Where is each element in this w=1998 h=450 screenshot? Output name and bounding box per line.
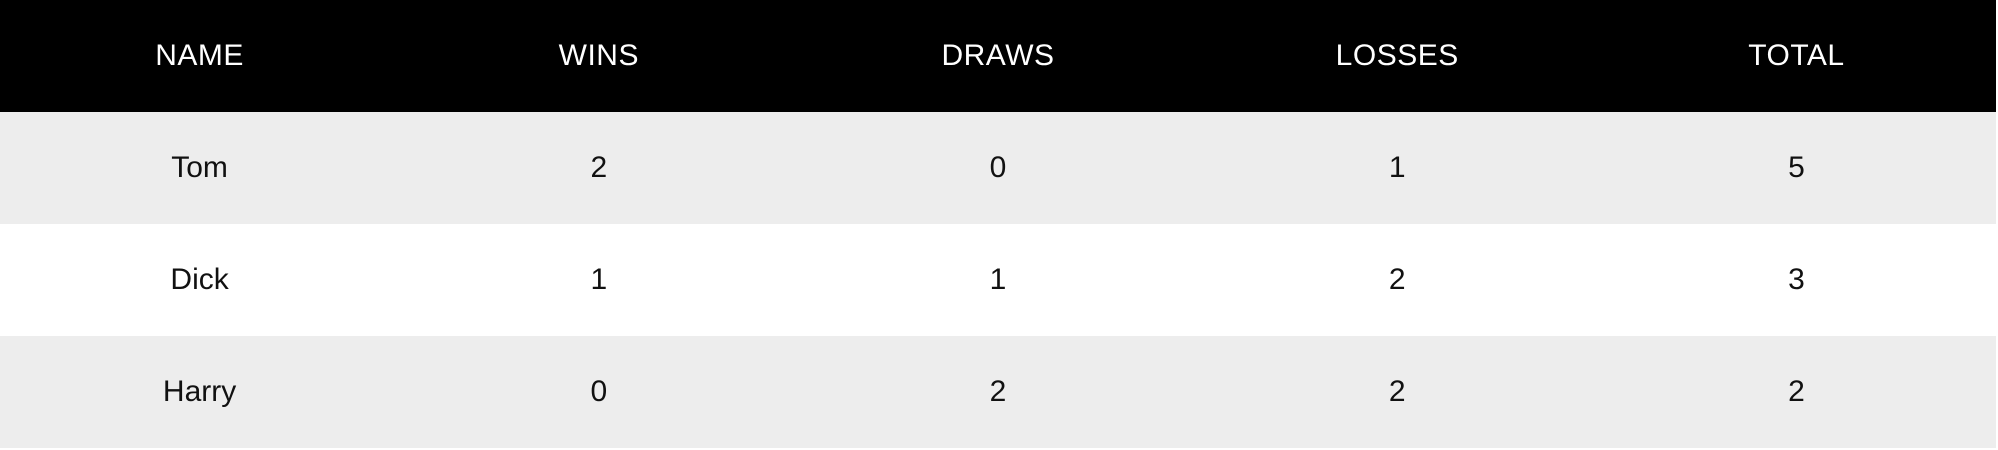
cell-losses: 2 — [1388, 375, 1406, 408]
table-row: Dick 1 1 2 3 — [0, 224, 1996, 336]
standings-table: NAME WINS DRAWS LOSSES TOTAL Tom 2 0 1 5… — [0, 0, 1996, 450]
cell-name: Harry — [162, 375, 237, 408]
cell-name: Tom — [171, 151, 228, 184]
cell-name: Dick — [170, 263, 229, 296]
cell-total: 5 — [1788, 151, 1805, 184]
cell-draws: 0 — [989, 151, 1007, 184]
table-row: Tom 2 0 1 5 — [0, 112, 1996, 224]
cell-total: 3 — [1788, 263, 1805, 296]
cell-wins: 0 — [590, 375, 608, 408]
cell-wins: 1 — [590, 263, 608, 296]
table-header-row: NAME WINS DRAWS LOSSES TOTAL — [0, 0, 1996, 112]
cell-draws: 1 — [989, 263, 1007, 296]
cell-wins: 2 — [590, 151, 608, 184]
column-header-name: NAME — [155, 39, 244, 72]
column-header-wins: WINS — [558, 39, 639, 72]
cell-losses: 2 — [1388, 263, 1406, 296]
cell-losses: 1 — [1388, 151, 1406, 184]
column-header-total: TOTAL — [1748, 39, 1845, 72]
table-row: Harry 0 2 2 2 — [0, 336, 1996, 448]
column-header-losses: LOSSES — [1335, 39, 1459, 72]
column-header-draws: DRAWS — [941, 39, 1055, 72]
cell-total: 2 — [1788, 375, 1805, 408]
cell-draws: 2 — [989, 375, 1007, 408]
